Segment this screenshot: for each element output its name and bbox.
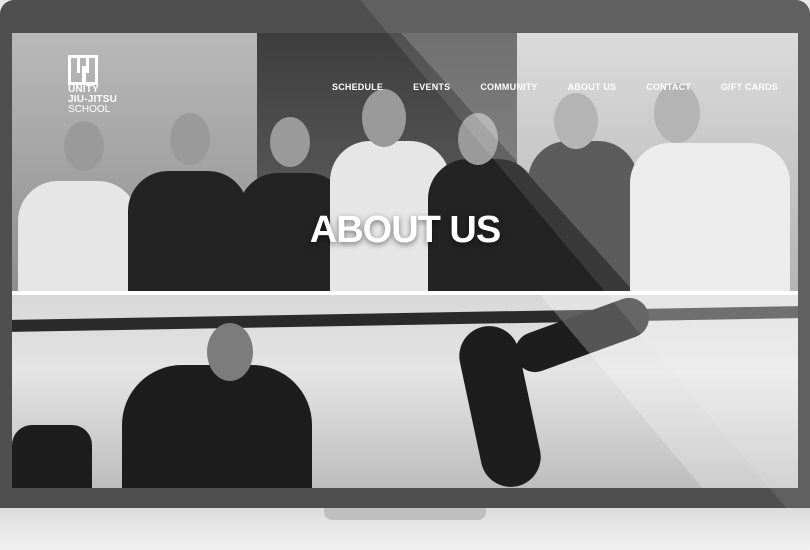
laptop-notch bbox=[324, 508, 486, 520]
frame-glare bbox=[0, 0, 810, 508]
